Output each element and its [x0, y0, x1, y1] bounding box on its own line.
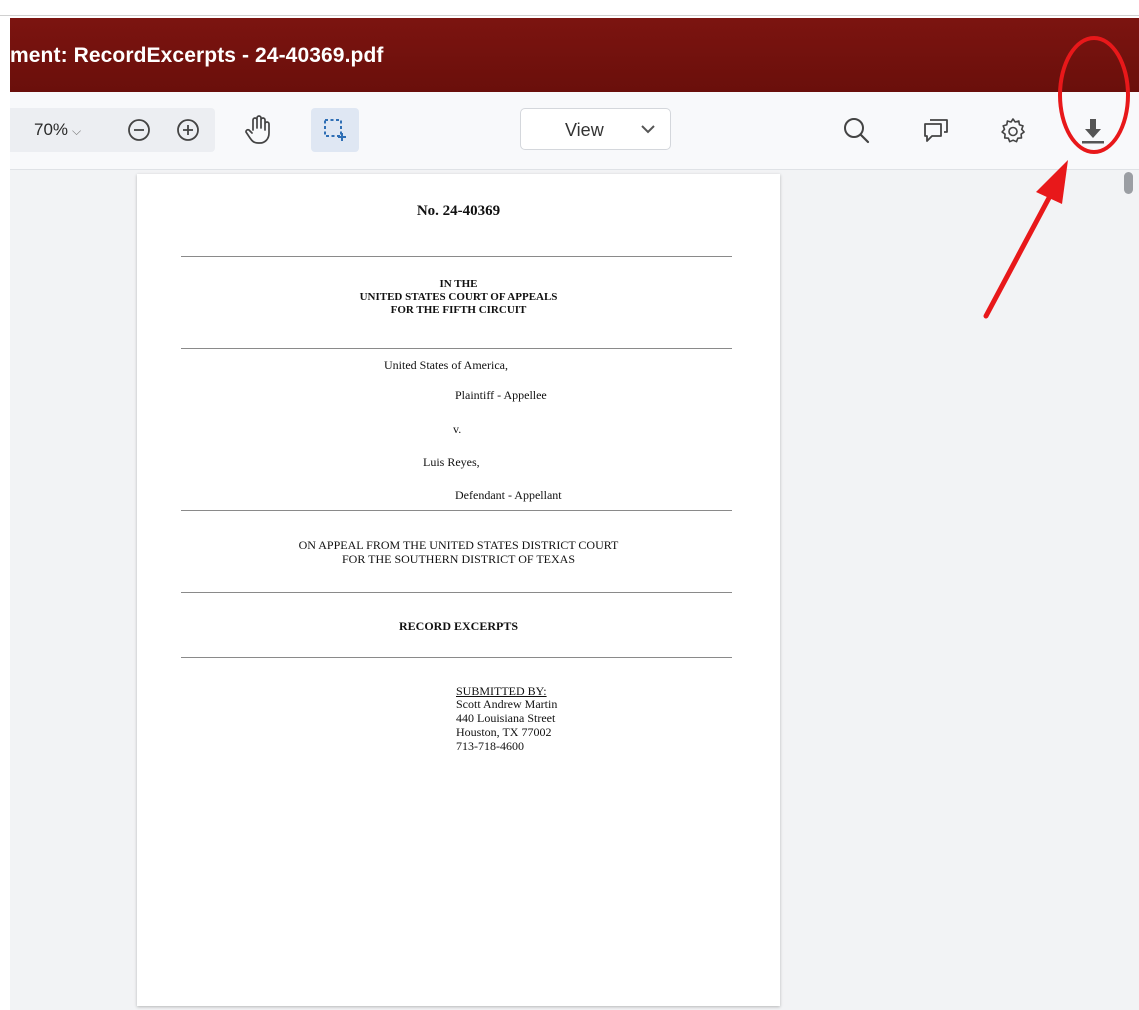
vertical-scrollbar-thumb[interactable] [1124, 172, 1133, 194]
pdf-page: No. 24-40369 IN THE UNITED STATES COURT … [137, 174, 780, 1006]
zoom-level-value: 70% [34, 120, 69, 139]
case-number: No. 24-40369 [416, 203, 501, 219]
divider [181, 510, 732, 511]
appeal-line-2: FOR THE SOUTHERN DISTRICT OF TEXAS [341, 552, 576, 566]
appeal-line-1: ON APPEAL FROM THE UNITED STATES DISTRIC… [298, 538, 619, 552]
search-button[interactable] [839, 113, 873, 147]
view-mode-select[interactable]: View [520, 108, 671, 150]
pan-hand-icon [245, 115, 270, 144]
zoom-in-button[interactable] [171, 113, 205, 147]
settings-gear-icon [1001, 118, 1025, 143]
zoom-controls: 70% ⌵ [10, 108, 215, 152]
settings-button[interactable] [996, 114, 1030, 148]
zoom-level-dropdown[interactable]: 70% ⌵ [34, 120, 81, 140]
document-heading: RECORD EXCERPTS [398, 619, 518, 633]
view-mode-value: View [565, 120, 604, 140]
search-icon [844, 118, 870, 144]
party-defendant-role: Defendant - Appellant [455, 488, 562, 502]
versus: v. [453, 422, 462, 436]
party-defendant: Luis Reyes, [423, 455, 480, 469]
submitter-city: Houston, TX 77002 [456, 725, 552, 739]
zoom-out-button[interactable] [122, 113, 156, 147]
submitter-phone: 713-718-4600 [456, 739, 524, 753]
chevron-down-icon [641, 125, 655, 134]
comments-button[interactable] [919, 114, 953, 148]
area-select-icon [324, 119, 346, 141]
divider [181, 348, 732, 349]
comments-icon [924, 119, 948, 142]
submitter-street: 440 Louisiana Street [456, 711, 556, 725]
zoom-in-icon [177, 119, 199, 141]
divider [181, 657, 732, 658]
court-line-2: UNITED STATES COURT OF APPEALS [359, 291, 558, 303]
court-line-3: FOR THE FIFTH CIRCUIT [390, 304, 527, 316]
divider [181, 592, 732, 593]
zoom-out-icon [128, 119, 150, 141]
annotation-highlight-circle [1058, 36, 1130, 154]
party-plaintiff-role: Plaintiff - Appellee [455, 388, 547, 402]
viewer-toolbar: 70% ⌵ View [10, 92, 1139, 170]
document-viewport[interactable]: No. 24-40369 IN THE UNITED STATES COURT … [10, 170, 1139, 1010]
area-select-button[interactable] [311, 108, 359, 152]
court-line-1: IN THE [439, 278, 478, 290]
divider [181, 256, 732, 257]
party-plaintiff: United States of America, [384, 358, 508, 372]
browser-top-strip [0, 0, 1139, 16]
viewer-title-bar: ment: RecordExcerpts - 24-40369.pdf [10, 18, 1139, 92]
submitter-name: Scott Andrew Martin [456, 697, 558, 711]
pan-tool-button[interactable] [241, 113, 275, 147]
document-title: ment: RecordExcerpts - 24-40369.pdf [10, 44, 384, 67]
chevron-down-icon: ⌵ [72, 124, 82, 138]
